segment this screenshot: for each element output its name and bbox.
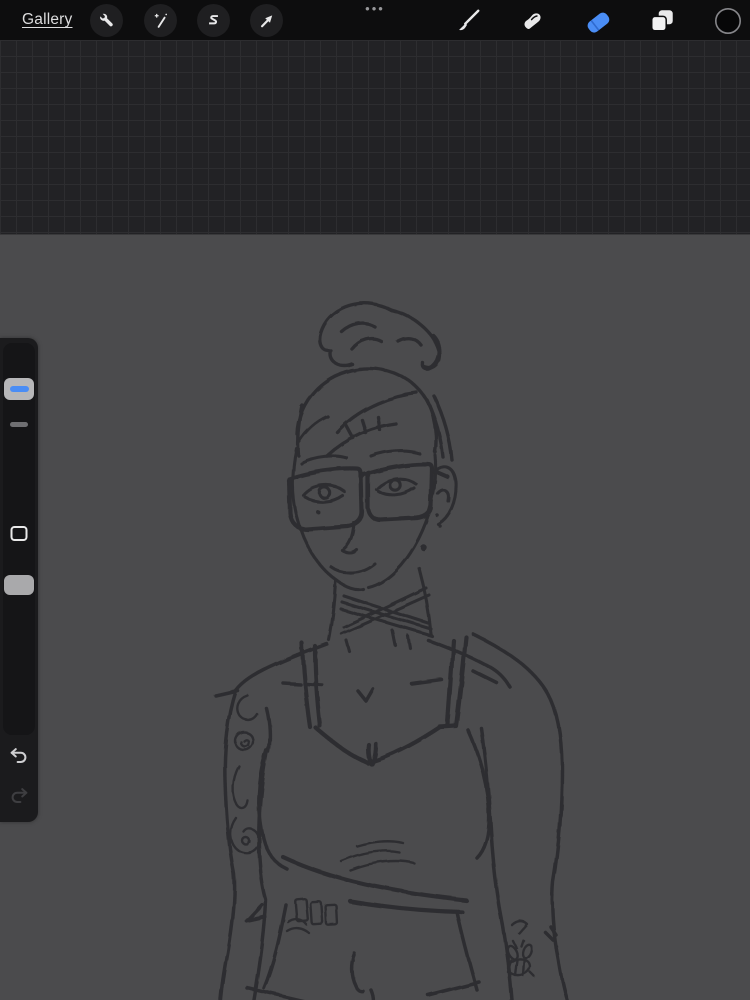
s-curve-icon	[204, 11, 223, 30]
slider-midpoint-tick	[10, 422, 28, 427]
drawing-canvas[interactable]	[0, 235, 750, 1000]
gallery-button[interactable]: Gallery	[22, 11, 73, 29]
magic-wand-icon	[151, 11, 170, 30]
brush-icon	[454, 7, 482, 35]
layers-icon	[648, 7, 676, 35]
brush-size-accent-bar	[9, 386, 29, 392]
wrench-icon	[97, 11, 116, 30]
arrow-cursor-icon	[257, 11, 276, 30]
workspace-grid-background	[0, 40, 750, 235]
color-swatch-icon	[713, 6, 743, 36]
selection-button[interactable]	[197, 4, 230, 37]
layers-button[interactable]	[646, 5, 678, 37]
opacity-slider-handle[interactable]	[4, 575, 34, 595]
color-swatch-button[interactable]	[712, 5, 744, 37]
redo-button[interactable]	[6, 785, 32, 811]
smudge-tool-button[interactable]	[517, 5, 549, 37]
eraser-icon	[583, 6, 613, 36]
modify-button[interactable]	[10, 526, 28, 541]
redo-arrow-icon	[8, 785, 30, 812]
top-toolbar: Gallery •••	[0, 0, 750, 40]
brush-size-slider-handle[interactable]	[4, 378, 34, 400]
transform-button[interactable]	[250, 4, 283, 37]
brush-sidebar	[0, 338, 38, 822]
undo-arrow-icon	[8, 745, 30, 772]
eraser-tool-button[interactable]	[582, 5, 614, 37]
paint-tool-button[interactable]	[452, 5, 484, 37]
actions-button[interactable]	[90, 4, 123, 37]
smudge-finger-icon	[519, 7, 547, 35]
undo-button[interactable]	[6, 745, 32, 771]
multitask-indicator[interactable]: •••	[361, 1, 389, 16]
adjustments-button[interactable]	[144, 4, 177, 37]
